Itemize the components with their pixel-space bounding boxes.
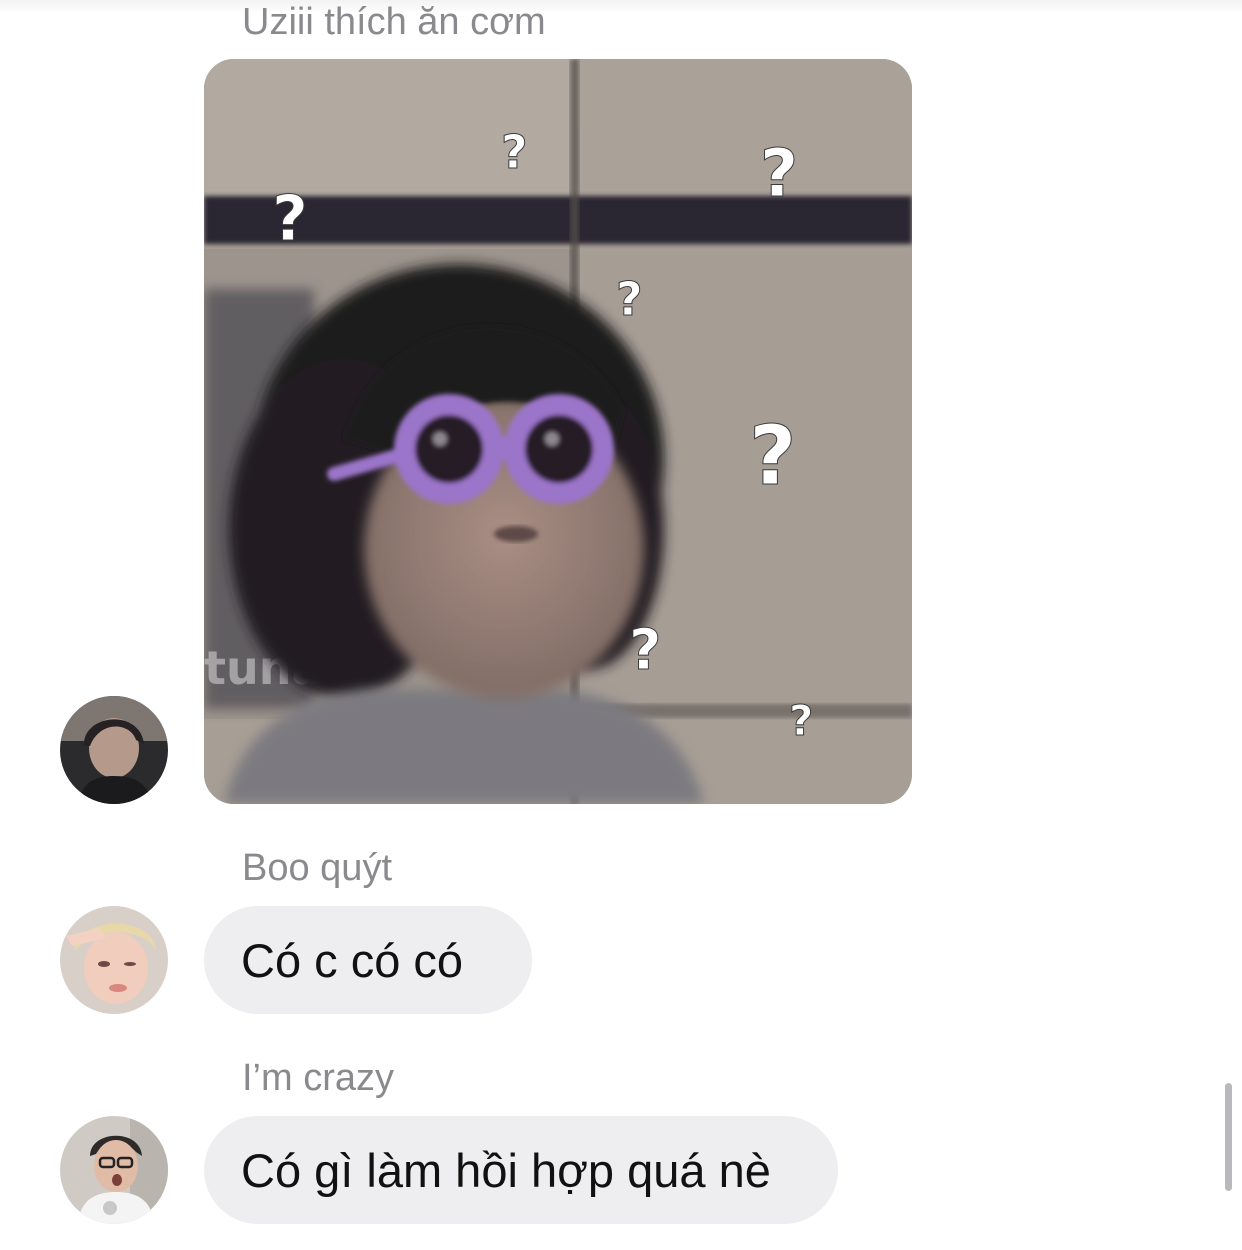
top-edge-shadow — [0, 0, 1242, 14]
svg-text:?: ? — [789, 696, 813, 745]
sender-name-im-crazy: I’m crazy — [242, 1057, 394, 1099]
message-bubble[interactable]: Có c có có — [204, 906, 532, 1014]
image-message[interactable]: tuna ? ? ? ? ? ? ? — [204, 59, 912, 804]
avatar-im-crazy[interactable] — [60, 1116, 168, 1224]
message-text: Có gì làm hồi hợp quá nè — [241, 1143, 771, 1197]
confused-child-meme-image: tuna ? ? ? ? ? ? ? — [204, 59, 912, 804]
avatar-uziii[interactable] — [60, 696, 168, 804]
svg-text:?: ? — [501, 125, 528, 179]
svg-text:?: ? — [272, 182, 308, 255]
avatar-boo-quyt[interactable] — [60, 906, 168, 1014]
svg-text:?: ? — [749, 409, 797, 504]
svg-text:?: ? — [616, 272, 643, 326]
message-text: Có c có có — [241, 933, 464, 987]
svg-text:?: ? — [760, 135, 798, 212]
message-bubble[interactable]: Có gì làm hồi hợp quá nè — [204, 1116, 838, 1224]
sender-name-uziii: Uziii thích ăn cơm — [242, 1, 546, 43]
svg-text:?: ? — [629, 618, 661, 683]
sender-name-boo-quyt: Boo quýt — [242, 847, 392, 889]
scrollbar-thumb[interactable] — [1225, 1083, 1232, 1191]
